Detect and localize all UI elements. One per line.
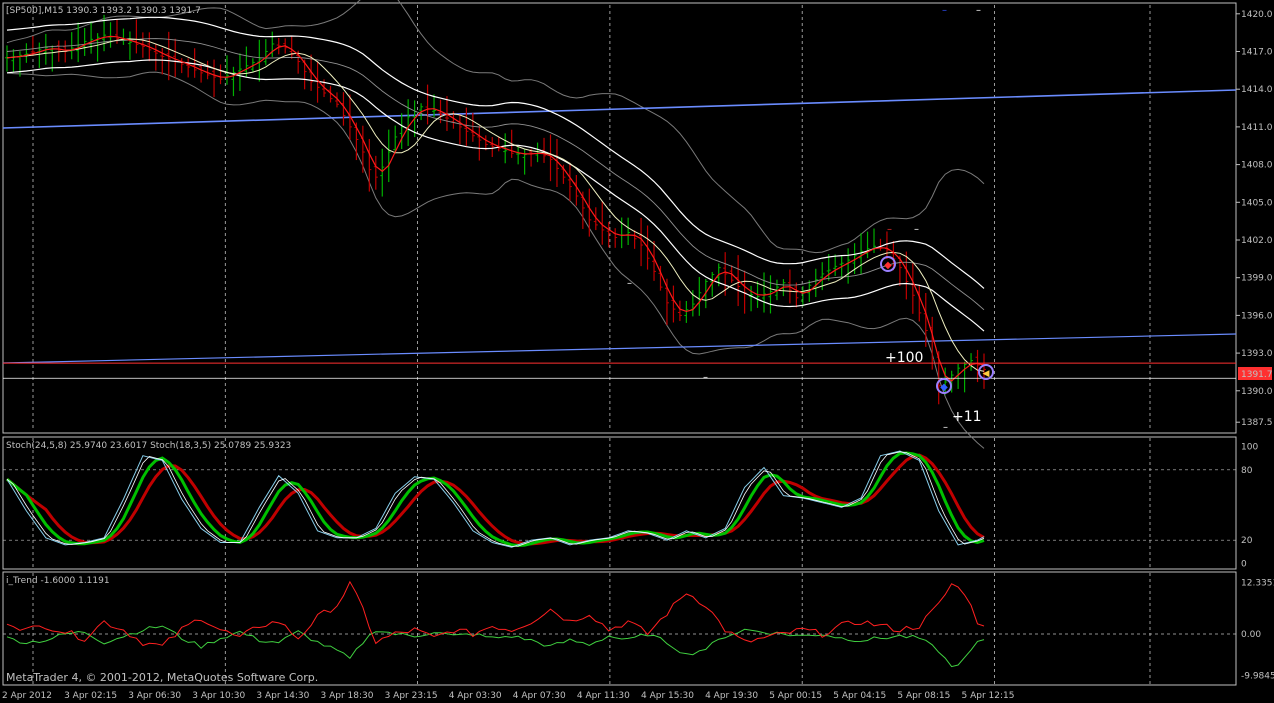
stoch-main-line	[6, 450, 985, 548]
time-tick-label: 3 Apr 14:30	[256, 691, 309, 701]
price-tick-label: 1402.0	[1241, 236, 1273, 246]
trend-level-label: 0.00	[1241, 630, 1261, 640]
buy-arrow-icon: ◆	[940, 382, 948, 393]
stoch-title: Stoch(24,5,8) 25.9740 23.6017 Stoch(18,3…	[6, 441, 291, 451]
current-price-label: 1391.7	[1241, 370, 1273, 380]
stoch-level-label: 80	[1241, 466, 1253, 476]
time-tick-label: 4 Apr 11:30	[577, 691, 630, 701]
slow-ma-line	[6, 38, 985, 372]
i-trend-lines	[6, 580, 985, 668]
dash-mark: –	[976, 5, 981, 16]
price-tick-label: 1393.0	[1241, 349, 1273, 359]
dash-mark: –	[942, 5, 947, 16]
dash-mark: –	[627, 278, 632, 289]
time-tick-label: 3 Apr 18:30	[321, 691, 374, 701]
time-tick-label: 4 Apr 19:30	[705, 691, 758, 701]
stoch-level-label: 0	[1241, 560, 1247, 570]
time-tick-label: 4 Apr 03:30	[449, 691, 502, 701]
stoch-levels: 100 80 20 0	[3, 442, 1258, 570]
bollinger-lower	[6, 71, 985, 449]
price-tick-label: 1396.0	[1241, 311, 1273, 321]
time-tick-label: 5 Apr 08:15	[897, 691, 950, 701]
footer-copyright: MetaTrader 4, © 2001-2012, MetaQuotes So…	[6, 671, 318, 684]
close-arrow-icon: ◀	[983, 369, 990, 379]
price-tick-label: 1417.0	[1241, 47, 1273, 57]
time-tick-label: 5 Apr 04:15	[833, 691, 886, 701]
time-tick-label: 2 Apr 2012	[2, 691, 52, 701]
time-tick-label: 3 Apr 06:30	[128, 691, 181, 701]
stoch-fast-line	[6, 451, 985, 547]
time-tick-label: 5 Apr 12:15	[962, 691, 1015, 701]
trend-panel-frame	[2, 571, 1237, 686]
price-axis: 1420.0 1417.0 1414.0 1411.0 1408.0 1405.0 1402…	[1236, 10, 1273, 428]
price-tick-label: 1411.0	[1241, 123, 1273, 133]
price-tick-label: 1387.5	[1241, 418, 1273, 428]
time-tick-label: 5 Apr 00:15	[769, 691, 822, 701]
dash-mark: –	[914, 224, 919, 235]
lower-trendline[interactable]	[2, 333, 1237, 364]
price-tick-label: 1399.0	[1241, 274, 1273, 284]
fast-ma-line	[6, 35, 985, 382]
annotation-plus100: +100	[885, 350, 923, 366]
trend-title: i_Trend -1.6000 1.1191	[6, 576, 110, 586]
price-tick-label: 1414.0	[1241, 85, 1273, 95]
trend-levels: 12.3351 0.00 -9.9845	[3, 579, 1274, 682]
stoch-signal-red	[6, 453, 985, 546]
trade-markers[interactable]: ◆ ◆ ◀ +100 +11 – – – – – – –	[627, 5, 994, 433]
dash-mark: –	[943, 422, 948, 433]
stoch-signal-green	[6, 451, 985, 548]
current-price-tag: 1391.7	[1238, 367, 1273, 380]
price-tick-label: 1420.0	[1241, 10, 1273, 20]
sell-arrow-icon: ◆	[884, 260, 892, 271]
envelope-lower	[6, 59, 985, 332]
price-tick-label: 1408.0	[1241, 161, 1273, 171]
ohlc-bars	[5, 14, 986, 405]
stoch-level-label: 20	[1241, 536, 1253, 546]
price-tick-label: 1390.0	[1241, 387, 1273, 397]
time-axis: 2 Apr 2012 3 Apr 02:15 3 Apr 06:30 3 Apr 10…	[2, 691, 1014, 701]
trend-green-line	[6, 625, 985, 668]
price-tick-label: 1405.0	[1241, 198, 1273, 208]
trend-level-label: 12.3351	[1241, 579, 1274, 589]
trend-level-label: -9.9845	[1241, 672, 1274, 682]
time-tick-label: 3 Apr 23:15	[385, 691, 438, 701]
time-tick-label: 3 Apr 02:15	[64, 691, 117, 701]
trend-red-line	[6, 580, 985, 647]
bollinger-bands	[6, 0, 985, 449]
chart-title: [SP500],M15 1390.3 1393.2 1390.3 1391.7	[6, 6, 201, 16]
stochastic-lines	[6, 450, 985, 548]
trendlines[interactable]	[2, 89, 1237, 364]
dash-mark: –	[703, 372, 708, 383]
mt4-chart-window[interactable]: ◆ ◆ ◀ +100 +11 – – – – – – – 1420.0 1417.…	[0, 0, 1274, 703]
time-tick-label: 3 Apr 10:30	[192, 691, 245, 701]
vertical-grid	[32, 5, 1151, 684]
envelope-upper	[6, 16, 985, 289]
annotation-plus11: +11	[952, 409, 982, 425]
time-tick-label: 4 Apr 15:30	[641, 691, 694, 701]
time-tick-label: 4 Apr 07:30	[513, 691, 566, 701]
dash-mark: –	[887, 224, 892, 235]
stoch-level-label: 100	[1241, 442, 1258, 452]
